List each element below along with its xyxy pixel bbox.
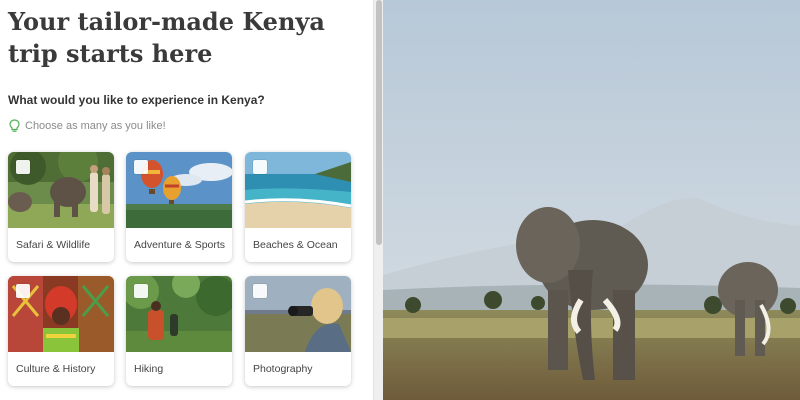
photography-checkbox[interactable] bbox=[253, 284, 267, 298]
culture-checkbox[interactable] bbox=[16, 284, 30, 298]
option-card-safari[interactable]: Safari & Wildlife bbox=[8, 152, 114, 262]
page-title: Your tailor-made Kenya trip starts here bbox=[8, 7, 325, 68]
option-card-photography[interactable]: Photography bbox=[245, 276, 351, 386]
option-label: Hiking bbox=[134, 363, 164, 375]
scrollbar[interactable] bbox=[373, 0, 383, 400]
safari-checkbox[interactable] bbox=[16, 160, 30, 174]
hint-text: Choose as many as you like! bbox=[25, 120, 166, 132]
option-label: Beaches & Ocean bbox=[253, 239, 338, 251]
lightbulb-icon bbox=[9, 119, 20, 132]
option-label: Culture & History bbox=[16, 363, 96, 375]
hero-image bbox=[383, 0, 800, 400]
option-card-beaches[interactable]: Beaches & Ocean bbox=[245, 152, 351, 262]
hint: Choose as many as you like! bbox=[9, 119, 166, 133]
option-card-culture[interactable]: Culture & History bbox=[8, 276, 114, 386]
hiking-checkbox[interactable] bbox=[134, 284, 148, 298]
option-card-hiking[interactable]: Hiking bbox=[126, 276, 232, 386]
scrollbar-thumb[interactable] bbox=[376, 0, 382, 245]
beaches-checkbox[interactable] bbox=[253, 160, 267, 174]
option-label: Photography bbox=[253, 363, 313, 375]
form-panel: Your tailor-made Kenya trip starts here … bbox=[0, 0, 373, 400]
option-label: Safari & Wildlife bbox=[16, 239, 91, 251]
option-card-adventure[interactable]: Adventure & Sports bbox=[126, 152, 232, 262]
question-text: What would you like to experience in Ken… bbox=[8, 93, 265, 107]
option-label: Adventure & Sports bbox=[134, 239, 226, 251]
adventure-checkbox[interactable] bbox=[134, 160, 148, 174]
